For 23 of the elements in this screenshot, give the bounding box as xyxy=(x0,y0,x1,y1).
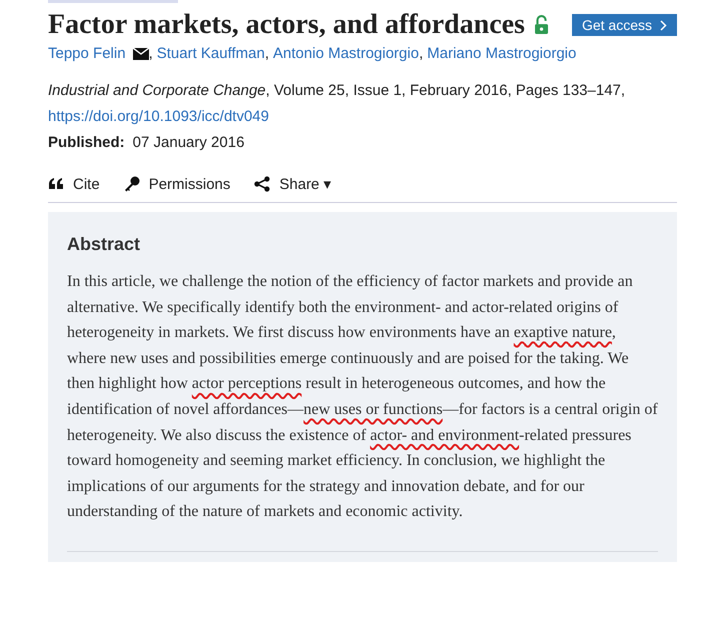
author-link[interactable]: Mariano Mastrogiorgio xyxy=(427,45,576,62)
author-separator: , xyxy=(148,45,153,62)
author-separator: , xyxy=(418,45,424,62)
published-label: Published: xyxy=(48,134,125,151)
permissions-button[interactable]: Permissions xyxy=(124,175,230,193)
chevron-right-icon xyxy=(660,20,667,30)
abstract-heading: Abstract xyxy=(67,234,142,255)
envelope-icon[interactable] xyxy=(132,48,149,60)
abstract-text: In this article, we challenge the notion of the efficiency of factor markets and provide an alternative. We specifically identify both the environment- and actor-related origins of heterogeneity in markets. We first discuss how environments have an exaptive nature, where new uses and possibilities emerge continuously and are poised for the taking. We then highlight how actor perceptions result in heterogeneous outcomes, and how the identification of novel affordances—new uses or functions—for factors is a central origin of heterogeneity. We also discuss the existence of actor- and environment-related pressures toward homogeneity and seeming market efficiency. In conclusion, we highlight the implications of our arguments for the strategy and innovation debate, and for our understanding of the nature of markets and economic activity. xyxy=(67,272,658,522)
cite-button[interactable]: Cite xyxy=(48,175,100,193)
published-date: 07 January 2016 xyxy=(132,134,244,151)
key-icon xyxy=(124,176,140,192)
author-separator: , xyxy=(264,45,270,62)
author-link[interactable]: Antonio Mastrogiorgio xyxy=(273,45,419,62)
article-title: Factor markets, actors, and affordances xyxy=(48,9,525,41)
share-button[interactable]: Share ▾ xyxy=(254,175,332,193)
author-link[interactable]: Stuart Kauffman xyxy=(156,45,265,62)
author-link[interactable]: Teppo Felin xyxy=(48,45,126,62)
get-access-button[interactable]: Get access xyxy=(572,14,677,36)
quote-icon xyxy=(48,178,64,190)
share-icon xyxy=(254,176,270,192)
doi-link[interactable]: https://doi.org/10.1093/icc/dtv049 xyxy=(48,108,269,125)
citation-text: Industrial and Corporate Change, Volume 25, Issue 1, February 2016, Pages 133–147, https://doi.org/10.1093/icc/dtv049 xyxy=(48,81,626,127)
